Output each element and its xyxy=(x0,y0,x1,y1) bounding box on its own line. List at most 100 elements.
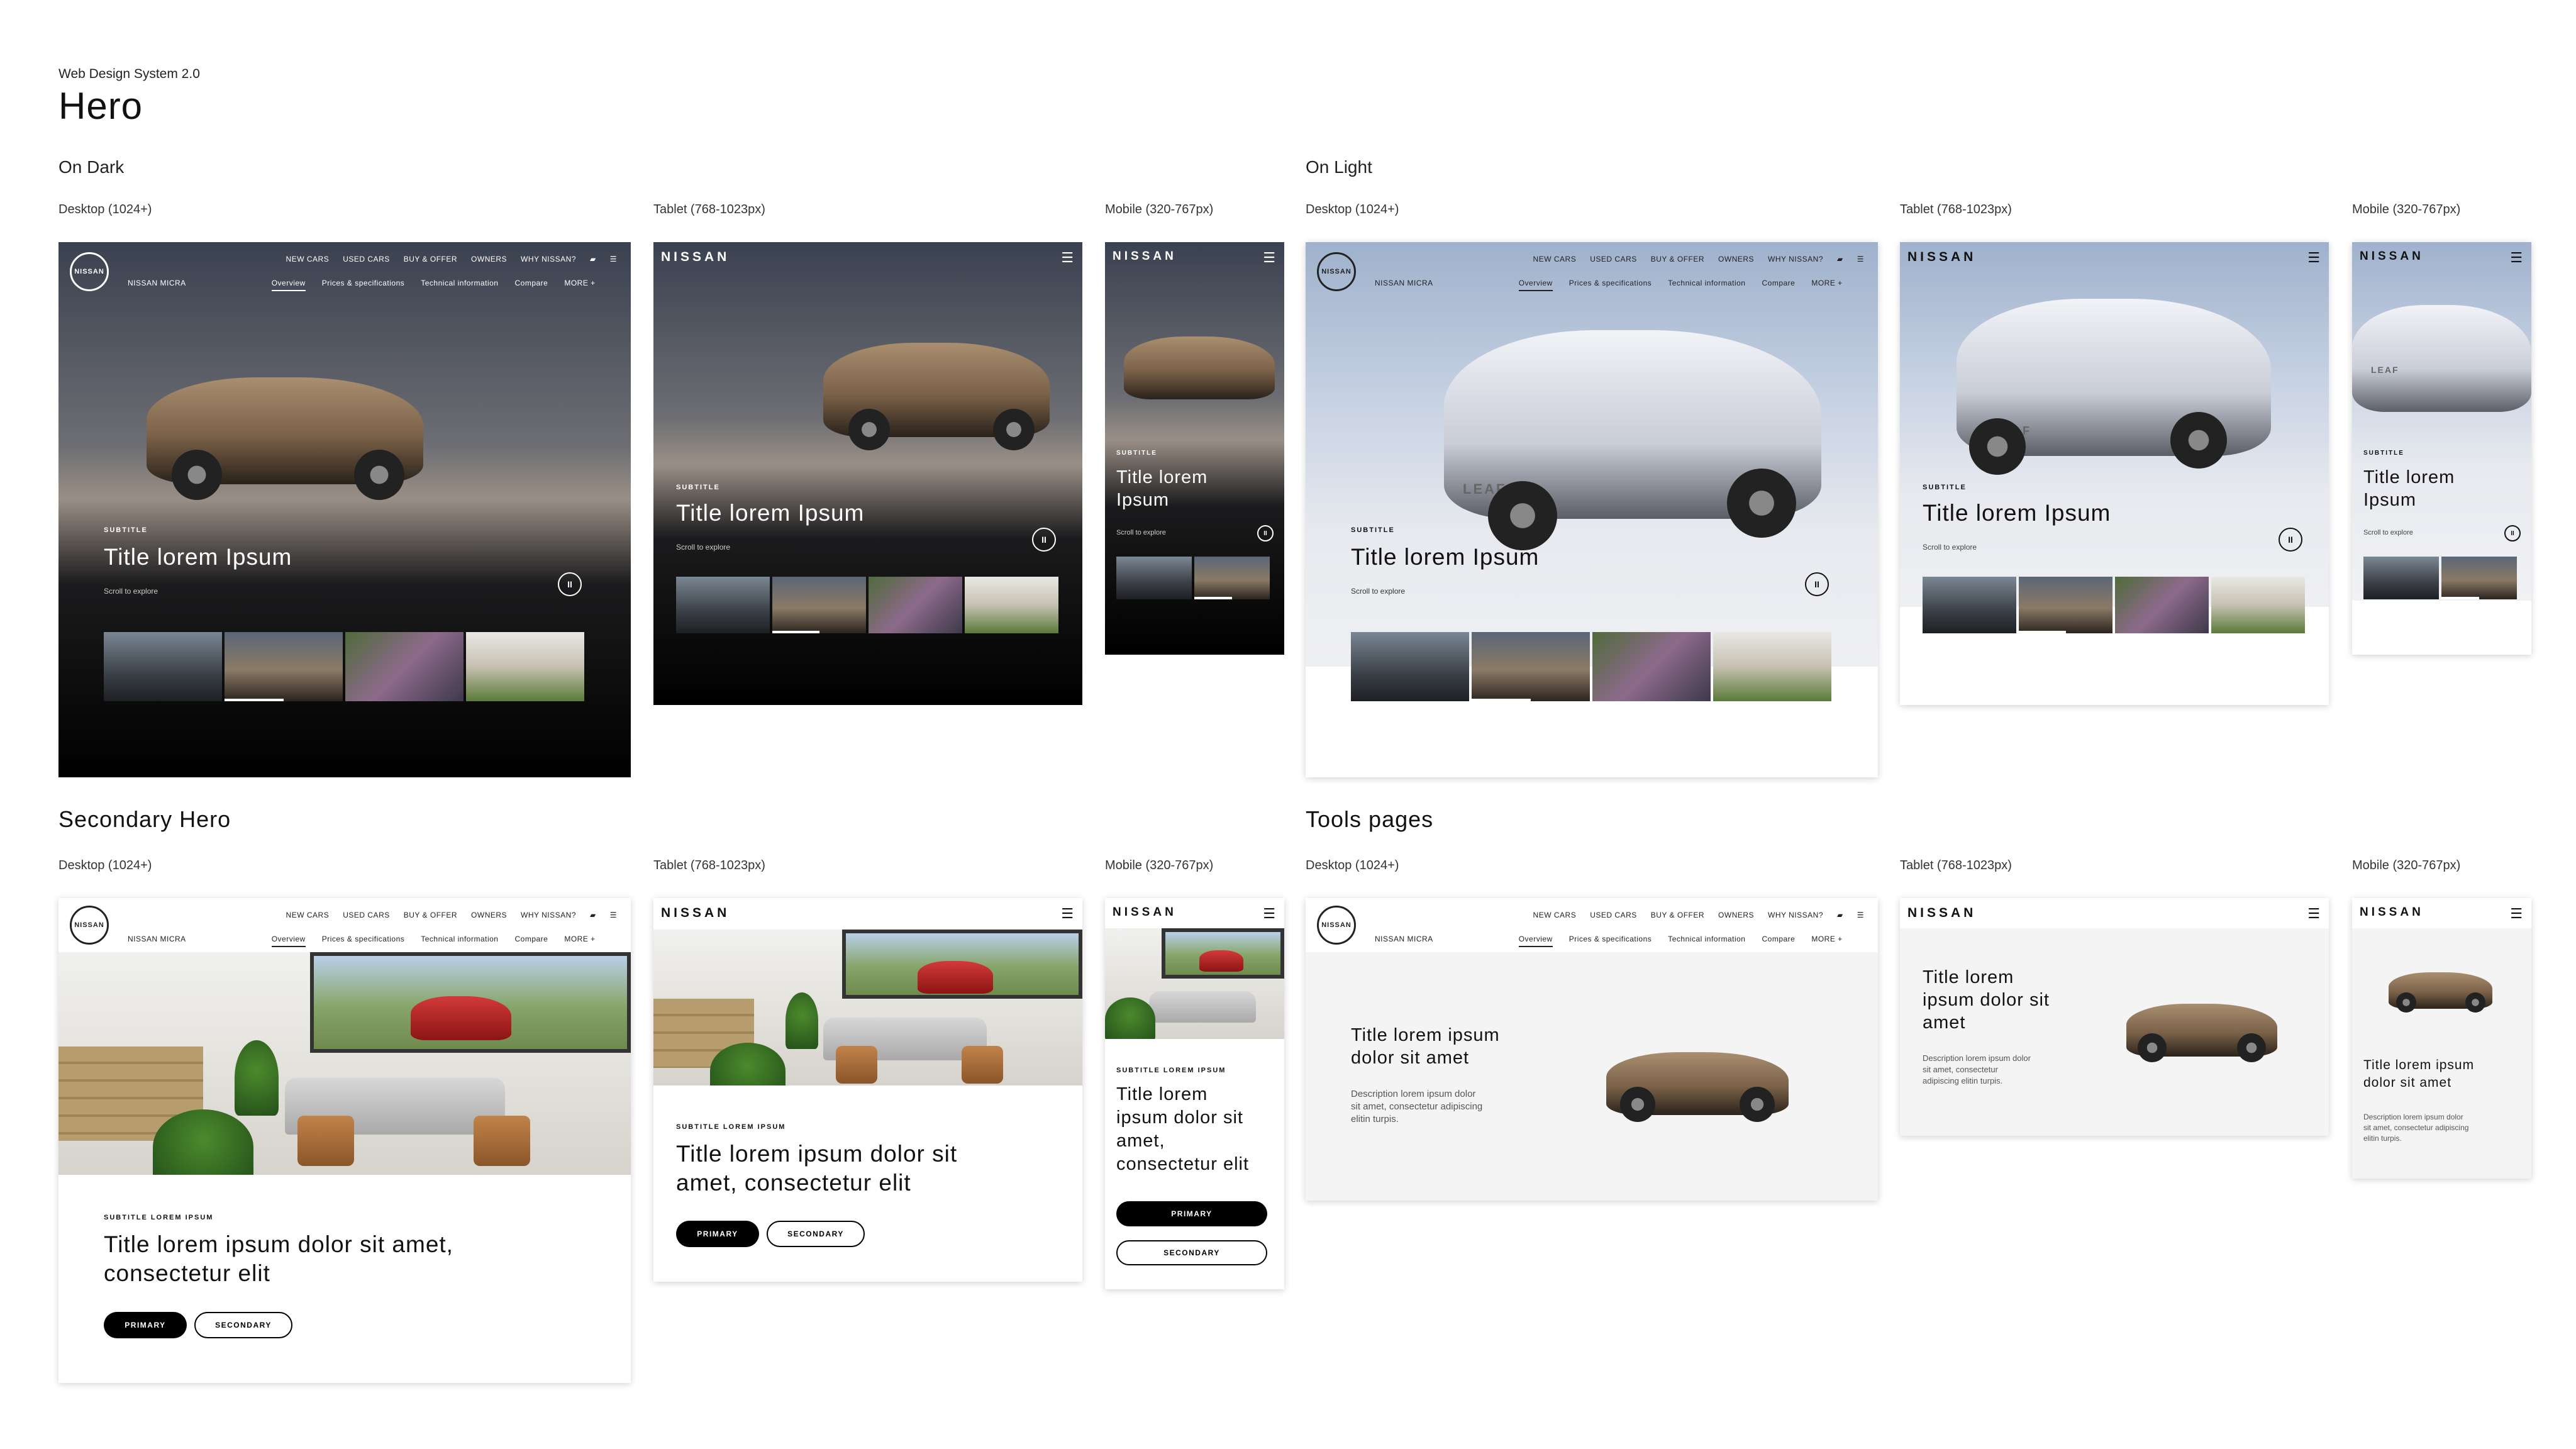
nissan-brand[interactable]: NISSAN xyxy=(2360,906,2424,919)
nissan-brand[interactable]: NISSAN xyxy=(1907,906,1976,921)
nissan-brand[interactable]: NISSAN xyxy=(1113,250,1177,264)
nav-owners[interactable]: OWNERS xyxy=(1718,911,1754,919)
chat-icon[interactable]: ▰ xyxy=(1837,255,1843,264)
burger-menu-icon[interactable]: ☰ xyxy=(1263,906,1275,922)
nissan-logo[interactable]: NISSAN xyxy=(1317,252,1356,291)
nav-new-cars[interactable]: NEW CARS xyxy=(1533,911,1577,919)
subnav-technical[interactable]: Technical information xyxy=(421,279,498,291)
subnav-overview[interactable]: Overview xyxy=(271,279,306,291)
subnav-more[interactable]: MORE + xyxy=(564,279,595,291)
thumbnail[interactable] xyxy=(2115,577,2209,633)
scroll-to-explore[interactable]: Scroll to explore xyxy=(676,543,730,552)
pause-icon[interactable]: II xyxy=(1257,525,1274,541)
nissan-logo[interactable]: NISSAN xyxy=(1317,906,1356,945)
subnav-more[interactable]: MORE + xyxy=(564,935,595,947)
nav-buy-offer[interactable]: BUY & OFFER xyxy=(404,255,457,264)
thumbnail[interactable] xyxy=(1351,632,1469,701)
thumbnail[interactable] xyxy=(466,632,584,701)
burger-menu-icon[interactable]: ☰ xyxy=(1857,911,1864,919)
nav-new-cars[interactable]: NEW CARS xyxy=(1533,255,1577,264)
subnav-prices[interactable]: Prices & specifications xyxy=(1569,279,1652,291)
thumbnail[interactable] xyxy=(869,577,962,633)
thumbnail[interactable] xyxy=(104,632,222,701)
nav-used-cars[interactable]: USED CARS xyxy=(343,911,390,919)
thumbnail[interactable] xyxy=(676,577,770,633)
thumbnail-active[interactable] xyxy=(772,577,866,633)
secondary-button[interactable]: SECONDARY xyxy=(767,1221,865,1247)
primary-button[interactable]: PRIMARY xyxy=(104,1312,187,1338)
scroll-to-explore[interactable]: Scroll to explore xyxy=(1351,587,1405,596)
nav-used-cars[interactable]: USED CARS xyxy=(1590,911,1637,919)
primary-button[interactable]: PRIMARY xyxy=(1116,1201,1267,1226)
burger-menu-icon[interactable]: ☰ xyxy=(2307,250,2320,266)
thumbnail-active[interactable] xyxy=(1472,632,1590,701)
thumbnail-active[interactable] xyxy=(2441,557,2517,599)
subnav-prices[interactable]: Prices & specifications xyxy=(322,935,405,947)
nav-why-nissan[interactable]: WHY NISSAN? xyxy=(1768,911,1823,919)
subnav-compare[interactable]: Compare xyxy=(514,935,548,947)
burger-menu-icon[interactable]: ☰ xyxy=(610,911,617,919)
thumbnail[interactable] xyxy=(2211,577,2305,633)
primary-button[interactable]: PRIMARY xyxy=(676,1221,759,1247)
nav-owners[interactable]: OWNERS xyxy=(471,255,507,264)
burger-menu-icon[interactable]: ☰ xyxy=(2510,250,2523,266)
burger-menu-icon[interactable]: ☰ xyxy=(1061,906,1074,922)
nav-buy-offer[interactable]: BUY & OFFER xyxy=(404,911,457,919)
thumbnail[interactable] xyxy=(1713,632,1831,701)
subnav-compare[interactable]: Compare xyxy=(514,279,548,291)
subnav-more[interactable]: MORE + xyxy=(1811,279,1842,291)
chat-icon[interactable]: ▰ xyxy=(590,255,596,264)
thumbnail[interactable] xyxy=(2363,557,2439,599)
subnav-technical[interactable]: Technical information xyxy=(1668,279,1745,291)
secondary-button[interactable]: SECONDARY xyxy=(1116,1240,1267,1265)
thumbnail-active[interactable] xyxy=(1194,557,1270,599)
burger-menu-icon[interactable]: ☰ xyxy=(1263,250,1275,266)
nav-new-cars[interactable]: NEW CARS xyxy=(286,911,330,919)
secondary-button[interactable]: SECONDARY xyxy=(194,1312,292,1338)
thumbnail[interactable] xyxy=(1116,557,1192,599)
scroll-to-explore[interactable]: Scroll to explore xyxy=(104,587,158,596)
burger-menu-icon[interactable]: ☰ xyxy=(1061,250,1074,266)
nav-used-cars[interactable]: USED CARS xyxy=(1590,255,1637,264)
pause-icon[interactable]: II xyxy=(558,572,582,596)
thumbnail[interactable] xyxy=(345,632,464,701)
subnav-technical[interactable]: Technical information xyxy=(1668,935,1745,947)
chat-icon[interactable]: ▰ xyxy=(590,911,596,919)
pause-icon[interactable]: II xyxy=(2504,525,2521,541)
nissan-brand[interactable]: NISSAN xyxy=(2360,250,2424,264)
nissan-logo[interactable]: NISSAN xyxy=(70,252,109,291)
nav-used-cars[interactable]: USED CARS xyxy=(343,255,390,264)
nav-owners[interactable]: OWNERS xyxy=(471,911,507,919)
subnav-compare[interactable]: Compare xyxy=(1762,935,1795,947)
thumbnail[interactable] xyxy=(1592,632,1711,701)
nissan-brand[interactable]: NISSAN xyxy=(1907,250,1976,265)
burger-menu-icon[interactable]: ☰ xyxy=(1857,255,1864,264)
thumbnail-active[interactable] xyxy=(2019,577,2112,633)
nav-why-nissan[interactable]: WHY NISSAN? xyxy=(1768,255,1823,264)
scroll-to-explore[interactable]: Scroll to explore xyxy=(2363,529,2413,536)
subnav-overview[interactable]: Overview xyxy=(1518,279,1553,291)
thumbnail[interactable] xyxy=(965,577,1058,633)
nav-buy-offer[interactable]: BUY & OFFER xyxy=(1651,255,1704,264)
scroll-to-explore[interactable]: Scroll to explore xyxy=(1923,543,1977,552)
pause-icon[interactable]: II xyxy=(1032,528,1056,552)
burger-menu-icon[interactable]: ☰ xyxy=(610,255,617,264)
burger-menu-icon[interactable]: ☰ xyxy=(2307,906,2320,922)
nav-buy-offer[interactable]: BUY & OFFER xyxy=(1651,911,1704,919)
subnav-technical[interactable]: Technical information xyxy=(421,935,498,947)
nissan-logo[interactable]: NISSAN xyxy=(70,906,109,945)
subnav-prices[interactable]: Prices & specifications xyxy=(1569,935,1652,947)
thumbnail[interactable] xyxy=(1923,577,2016,633)
subnav-overview[interactable]: Overview xyxy=(271,935,306,947)
nav-new-cars[interactable]: NEW CARS xyxy=(286,255,330,264)
subnav-compare[interactable]: Compare xyxy=(1762,279,1795,291)
nissan-brand[interactable]: NISSAN xyxy=(661,906,730,921)
nav-owners[interactable]: OWNERS xyxy=(1718,255,1754,264)
nissan-brand[interactable]: NISSAN xyxy=(1113,906,1177,919)
burger-menu-icon[interactable]: ☰ xyxy=(2510,906,2523,922)
nissan-brand[interactable]: NISSAN xyxy=(661,250,730,265)
thumbnail-active[interactable] xyxy=(225,632,343,701)
nav-why-nissan[interactable]: WHY NISSAN? xyxy=(521,911,576,919)
subnav-prices[interactable]: Prices & specifications xyxy=(322,279,405,291)
nav-why-nissan[interactable]: WHY NISSAN? xyxy=(521,255,576,264)
